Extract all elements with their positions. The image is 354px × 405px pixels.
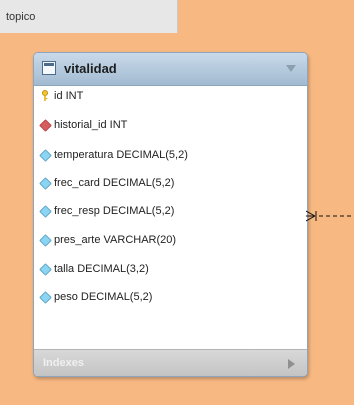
column-label: frec_card DECIMAL(5,2) xyxy=(54,177,175,189)
column-label: talla DECIMAL(3,2) xyxy=(54,263,149,275)
column-label: historial_id INT xyxy=(54,119,128,131)
column-label: temperatura DECIMAL(5,2) xyxy=(54,149,188,161)
column-row[interactable]: pres_arte VARCHAR(20) xyxy=(34,232,307,250)
indexes-section[interactable]: Indexes xyxy=(34,349,307,376)
column-row[interactable]: historial_id INT xyxy=(34,117,307,135)
layer-name: topico xyxy=(6,11,36,23)
table-vitalidad[interactable]: vitalidad id INT historial_id INT temper… xyxy=(33,52,308,377)
indexes-label: Indexes xyxy=(43,357,84,369)
column-row[interactable]: id INT xyxy=(34,88,307,106)
key-icon xyxy=(42,90,48,101)
column-diamond-icon xyxy=(39,149,52,162)
relationship-connector-icon[interactable] xyxy=(306,210,354,222)
layer-tab[interactable]: topico xyxy=(0,0,178,33)
foreign-key-diamond-icon xyxy=(39,119,52,132)
column-row[interactable]: peso DECIMAL(5,2) xyxy=(34,289,307,307)
column-row[interactable]: talla DECIMAL(3,2) xyxy=(34,261,307,279)
column-row[interactable]: temperatura DECIMAL(5,2) xyxy=(34,147,307,165)
table-header[interactable]: vitalidad xyxy=(34,53,307,86)
column-diamond-icon xyxy=(39,205,52,218)
column-label: id INT xyxy=(54,90,84,102)
column-diamond-icon xyxy=(39,234,52,247)
layer-topico[interactable]: topico vitalidad id INT historial_id INT… xyxy=(0,0,354,405)
column-diamond-icon xyxy=(39,291,52,304)
table-icon xyxy=(42,61,56,75)
column-diamond-icon xyxy=(39,177,52,190)
column-label: peso DECIMAL(5,2) xyxy=(54,291,153,303)
column-label: pres_arte VARCHAR(20) xyxy=(54,234,177,246)
column-label: frec_resp DECIMAL(5,2) xyxy=(54,205,175,217)
column-row[interactable]: frec_card DECIMAL(5,2) xyxy=(34,175,307,193)
column-diamond-icon xyxy=(39,263,52,276)
expand-arrow-icon[interactable] xyxy=(288,359,295,369)
column-row[interactable]: frec_resp DECIMAL(5,2) xyxy=(34,203,307,221)
collapse-arrow-icon[interactable] xyxy=(286,65,296,72)
table-title: vitalidad xyxy=(64,61,117,76)
